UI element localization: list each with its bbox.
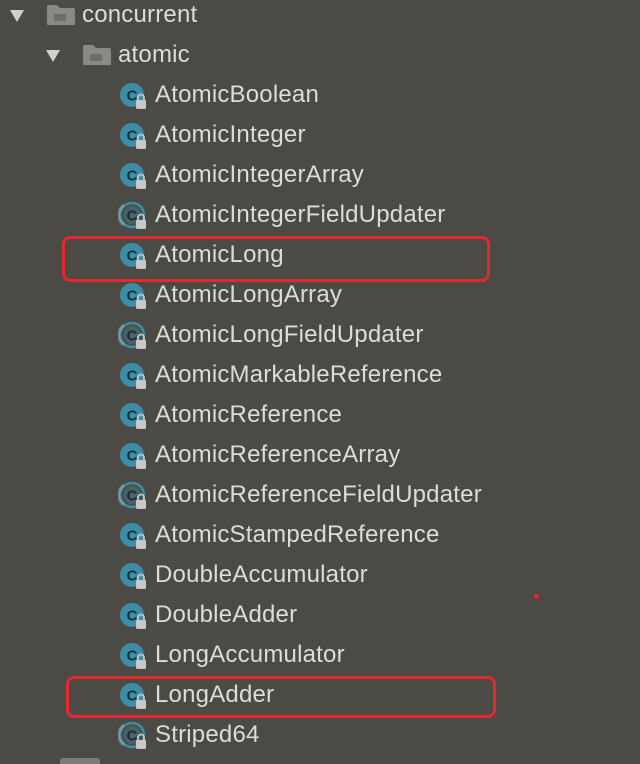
tree-row-class[interactable]: C AtomicBoolean bbox=[0, 76, 640, 116]
class-name-label: AtomicLongArray bbox=[155, 281, 343, 308]
tree-row-class[interactable]: C Striped64 bbox=[0, 716, 640, 756]
tree-row-class[interactable]: C DoubleAccumulator bbox=[0, 556, 640, 596]
tree-row-class[interactable]: C AtomicLongFieldUpdater bbox=[0, 316, 640, 356]
expand-arrow-icon[interactable] bbox=[10, 10, 24, 22]
expand-arrow-icon[interactable] bbox=[46, 50, 60, 62]
class-name-label: AtomicStampedReference bbox=[155, 521, 440, 548]
tree-row-class[interactable]: C AtomicStampedReference bbox=[0, 516, 640, 556]
svg-text:C: C bbox=[127, 568, 138, 585]
class-name-label: DoubleAdder bbox=[155, 601, 298, 628]
class-icon: C bbox=[120, 643, 146, 669]
class-name-label: DoubleAccumulator bbox=[155, 561, 368, 588]
class-icon: C bbox=[120, 83, 146, 109]
tree-row-class[interactable]: C AtomicIntegerArray bbox=[0, 156, 640, 196]
class-name-label: AtomicInteger bbox=[155, 121, 306, 148]
package-folder-icon bbox=[83, 45, 111, 65]
svg-text:C: C bbox=[127, 488, 138, 505]
abstract-class-icon: C bbox=[118, 481, 146, 509]
tree-row-class[interactable]: C AtomicReferenceFieldUpdater bbox=[0, 476, 640, 516]
class-icon: C bbox=[120, 563, 146, 589]
subpackage-label: atomic bbox=[118, 41, 190, 68]
class-name-label: AtomicIntegerFieldUpdater bbox=[155, 201, 446, 228]
svg-text:C: C bbox=[127, 368, 138, 385]
svg-text:C: C bbox=[127, 528, 138, 545]
class-icon: C bbox=[120, 403, 146, 429]
class-icon: C bbox=[120, 123, 146, 149]
tree-row-class[interactable]: C LongAccumulator bbox=[0, 636, 640, 676]
annotation-dot bbox=[534, 594, 539, 599]
class-name-label: AtomicReference bbox=[155, 401, 343, 428]
svg-text:C: C bbox=[127, 328, 138, 345]
tree-row-class[interactable]: C AtomicLongArray bbox=[0, 276, 640, 316]
tree-row-class[interactable]: C DoubleAdder bbox=[0, 596, 640, 636]
svg-text:C: C bbox=[127, 168, 138, 185]
tree-row-concurrent[interactable]: concurrent bbox=[0, 0, 640, 36]
class-name-label: LongAccumulator bbox=[155, 641, 345, 668]
abstract-class-icon: C bbox=[118, 321, 146, 349]
abstract-class-icon: C bbox=[118, 201, 146, 229]
class-icon: C bbox=[120, 283, 146, 309]
package-label: concurrent bbox=[82, 1, 198, 28]
class-name-label: AtomicLongFieldUpdater bbox=[155, 321, 424, 348]
svg-text:C: C bbox=[127, 408, 138, 425]
tree-row-class[interactable]: C AtomicInteger bbox=[0, 116, 640, 156]
svg-text:C: C bbox=[127, 448, 138, 465]
class-icon: C bbox=[120, 363, 146, 389]
abstract-class-icon: C bbox=[118, 721, 146, 749]
highlight-box-atomiclong bbox=[62, 236, 490, 282]
tree-row-class[interactable]: C AtomicReferenceArray bbox=[0, 436, 640, 476]
svg-text:C: C bbox=[127, 728, 138, 745]
tree-row-class[interactable]: C AtomicMarkableReference bbox=[0, 356, 640, 396]
class-name-label: AtomicReferenceArray bbox=[155, 441, 401, 468]
class-icon: C bbox=[120, 603, 146, 629]
class-icon: C bbox=[120, 443, 146, 469]
svg-text:C: C bbox=[127, 648, 138, 665]
next-folder-icon bbox=[60, 758, 100, 764]
svg-text:C: C bbox=[127, 88, 138, 105]
svg-text:C: C bbox=[127, 608, 138, 625]
package-folder-icon bbox=[47, 5, 75, 25]
class-icon: C bbox=[120, 523, 146, 549]
highlight-box-longadder bbox=[66, 676, 496, 718]
tree-row-atomic[interactable]: atomic bbox=[0, 36, 640, 76]
class-name-label: AtomicIntegerArray bbox=[155, 161, 365, 188]
class-name-label: AtomicMarkableReference bbox=[155, 361, 443, 388]
svg-text:C: C bbox=[127, 208, 138, 225]
svg-text:C: C bbox=[127, 128, 138, 145]
project-tree: concurrent atomic C AtomicBoolean C AtomicI… bbox=[0, 0, 640, 764]
tree-row-class[interactable]: C AtomicIntegerFieldUpdater bbox=[0, 196, 640, 236]
svg-text:C: C bbox=[127, 288, 138, 305]
tree-row-class[interactable]: C AtomicReference bbox=[0, 396, 640, 436]
class-name-label: Striped64 bbox=[155, 721, 260, 748]
class-icon: C bbox=[120, 163, 146, 189]
class-name-label: AtomicBoolean bbox=[155, 81, 320, 108]
class-name-label: AtomicReferenceFieldUpdater bbox=[155, 481, 482, 508]
